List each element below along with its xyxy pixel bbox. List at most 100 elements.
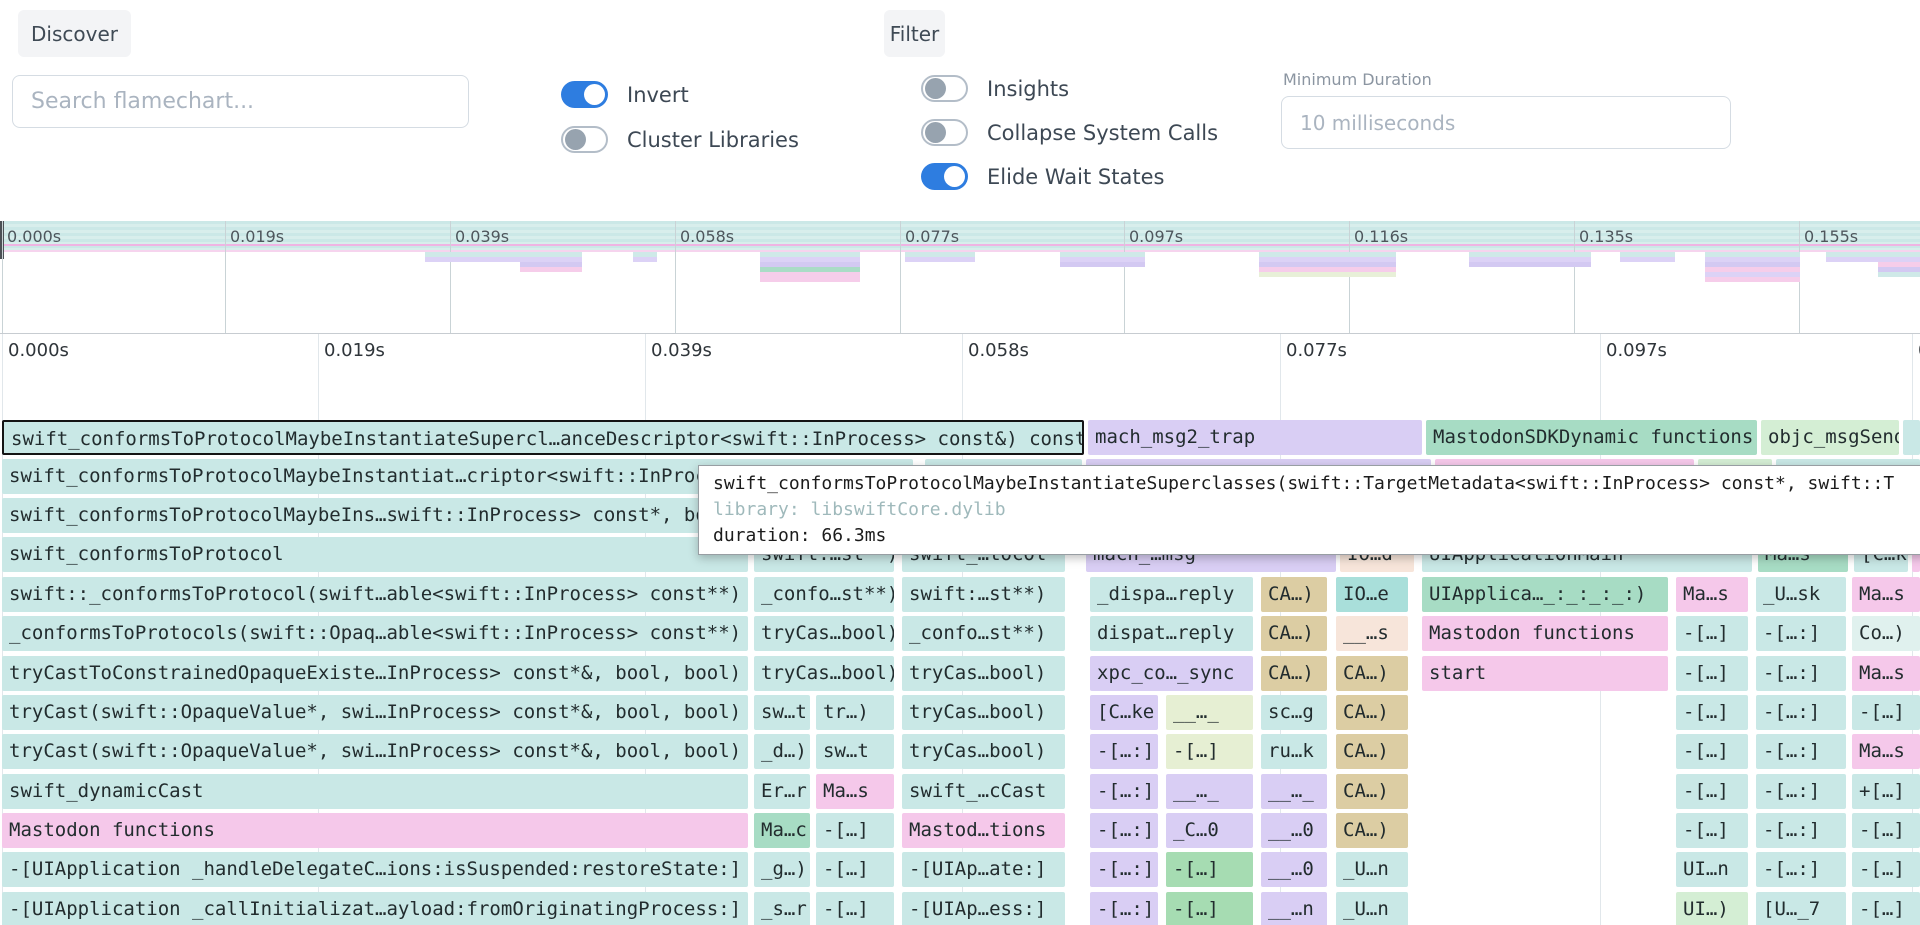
flame-box[interactable]: -[…:]: [1090, 734, 1158, 769]
flame-box[interactable]: CA…): [1336, 813, 1408, 848]
flame-box[interactable]: tr…): [816, 695, 894, 730]
flame-box[interactable]: Ma…s: [816, 774, 894, 809]
flame-box[interactable]: xpc_co…_sync: [1090, 656, 1253, 691]
flame-box[interactable]: [1903, 420, 1920, 455]
flame-box[interactable]: -[…]: [1676, 616, 1748, 651]
flame-box[interactable]: -[…]: [1676, 774, 1748, 809]
flame-box[interactable]: Ma…s: [1852, 577, 1920, 612]
flame-box[interactable]: CA…): [1336, 656, 1408, 691]
flame-box[interactable]: _s…r: [754, 892, 810, 925]
toggle-switch[interactable]: [921, 75, 968, 102]
flame-box[interactable]: swift_…cCast: [902, 774, 1065, 809]
flame-box[interactable]: Co…): [1852, 616, 1920, 651]
flame-box[interactable]: -[UIApplication _callInitializat…ayload:…: [2, 892, 748, 925]
flame-box[interactable]: -[…]: [1676, 813, 1748, 848]
search-input[interactable]: [12, 75, 469, 128]
flame-box[interactable]: _d…): [754, 734, 810, 769]
flame-box[interactable]: _U…sk: [1756, 577, 1846, 612]
flame-box[interactable]: CA…): [1336, 774, 1408, 809]
flame-box[interactable]: -[…]: [1852, 813, 1920, 848]
flame-box[interactable]: Ma…s: [1676, 577, 1748, 612]
flame-box[interactable]: start: [1422, 656, 1668, 691]
flame-box[interactable]: swift:…st**): [902, 577, 1065, 612]
flame-box[interactable]: __…_: [1166, 695, 1253, 730]
flame-box[interactable]: -[…:]: [1756, 734, 1846, 769]
flame-box[interactable]: tryCas…bool): [754, 616, 894, 651]
toggle-invert[interactable]: Invert: [561, 81, 689, 108]
flame-box[interactable]: Ma…s: [1852, 656, 1920, 691]
flame-box[interactable]: -[…]: [1166, 852, 1253, 887]
flame-box[interactable]: -[…]: [1852, 892, 1920, 925]
toggle-switch[interactable]: [921, 163, 968, 190]
flame-box[interactable]: -[…]: [816, 813, 894, 848]
flame-box[interactable]: __…_: [1166, 774, 1253, 809]
flame-box[interactable]: _confo…st**): [902, 616, 1065, 651]
flame-box[interactable]: -[…]: [1676, 695, 1748, 730]
discover-button[interactable]: Discover: [18, 10, 131, 57]
toggle-cluster-libraries[interactable]: Cluster Libraries: [561, 126, 799, 153]
flame-box[interactable]: -[…]: [1676, 656, 1748, 691]
flame-box[interactable]: CA…): [1261, 616, 1327, 651]
flame-box[interactable]: sc…g: [1261, 695, 1327, 730]
flame-box[interactable]: tryCas…bool): [902, 695, 1065, 730]
flame-box[interactable]: Ma…s: [1852, 734, 1920, 769]
flame-box[interactable]: __…n: [1261, 892, 1327, 925]
flame-box[interactable]: -[…]: [1852, 852, 1920, 887]
flame-box[interactable]: -[…]: [1166, 734, 1253, 769]
flame-box[interactable]: mach_msg2_trap: [1088, 420, 1422, 455]
flame-box[interactable]: swift::_conformsToProtocol(swift…able<sw…: [2, 577, 748, 612]
flame-box[interactable]: Mastod…tions: [902, 813, 1065, 848]
flame-box[interactable]: -[…:]: [1756, 695, 1846, 730]
flame-box[interactable]: tryCast(swift::OpaqueValue*, swi…InProce…: [2, 695, 748, 730]
flame-box[interactable]: CA…): [1261, 656, 1327, 691]
flame-box[interactable]: tryCastToConstrainedOpaqueExiste…InProce…: [2, 656, 748, 691]
flame-box[interactable]: -[…:]: [1756, 774, 1846, 809]
flame-box[interactable]: -[…:]: [1090, 774, 1158, 809]
flame-box[interactable]: -[…]: [1676, 734, 1748, 769]
flame-box[interactable]: -[UIAp…ess:]: [902, 892, 1065, 925]
flame-box[interactable]: -[…]: [816, 892, 894, 925]
flame-box[interactable]: _conformsToProtocols(swift::Opaq…able<sw…: [2, 616, 748, 651]
flame-box[interactable]: __…s: [1336, 616, 1408, 651]
flame-box[interactable]: MastodonSDKDynamic functions: [1426, 420, 1757, 455]
flame-box[interactable]: sw…t: [816, 734, 894, 769]
flame-box[interactable]: -[UIApplication _handleDelegateC…ions:is…: [2, 852, 748, 887]
flame-box[interactable]: +[…]: [1852, 774, 1920, 809]
flame-box[interactable]: sw…t: [754, 695, 810, 730]
flame-box[interactable]: -[…:]: [1756, 656, 1846, 691]
flame-box[interactable]: [U…_7: [1756, 892, 1846, 925]
flame-box[interactable]: _C…0: [1166, 813, 1253, 848]
flame-box[interactable]: -[…:]: [1756, 616, 1846, 651]
flame-box[interactable]: -[…:]: [1090, 892, 1158, 925]
flame-box-selected[interactable]: swift_conformsToProtocolMaybeInstantiate…: [2, 420, 1084, 455]
flame-box[interactable]: -[…:]: [1756, 813, 1846, 848]
flame-box[interactable]: tryCas…bool): [902, 656, 1065, 691]
flame-box[interactable]: _U…n: [1336, 852, 1408, 887]
toggle-switch[interactable]: [921, 119, 968, 146]
flame-box[interactable]: UI…n: [1676, 852, 1748, 887]
flame-box[interactable]: CA…): [1261, 577, 1327, 612]
flame-box[interactable]: objc_msgSend: [1761, 420, 1899, 455]
flame-box[interactable]: _U…n: [1336, 892, 1408, 925]
flame-box[interactable]: -[…]: [816, 852, 894, 887]
flame-box[interactable]: Er…r: [754, 774, 810, 809]
minimum-duration-input[interactable]: [1281, 96, 1731, 149]
flame-box[interactable]: -[UIAp…ate:]: [902, 852, 1065, 887]
toggle-switch[interactable]: [561, 81, 608, 108]
toggle-switch[interactable]: [561, 126, 608, 153]
flame-box[interactable]: -[…:]: [1090, 813, 1158, 848]
flame-box[interactable]: CA…): [1336, 734, 1408, 769]
flame-box[interactable]: UI…): [1676, 892, 1748, 925]
flame-box[interactable]: Ma…c: [754, 813, 810, 848]
flame-box[interactable]: ru…k: [1261, 734, 1327, 769]
flame-box[interactable]: -[…]: [1852, 695, 1920, 730]
flame-box[interactable]: swift_conformsToProtocol: [2, 537, 748, 572]
flame-box[interactable]: swift_dynamicCast: [2, 774, 748, 809]
flame-box[interactable]: __…0: [1261, 813, 1327, 848]
toggle-collapse-system-calls[interactable]: Collapse System Calls: [921, 119, 1218, 146]
flame-box[interactable]: -[…:]: [1090, 852, 1158, 887]
flame-box[interactable]: __…_: [1261, 774, 1327, 809]
filter-button[interactable]: Filter: [884, 10, 945, 57]
flame-box[interactable]: IO…e: [1336, 577, 1408, 612]
flame-box[interactable]: [C…ke: [1090, 695, 1158, 730]
